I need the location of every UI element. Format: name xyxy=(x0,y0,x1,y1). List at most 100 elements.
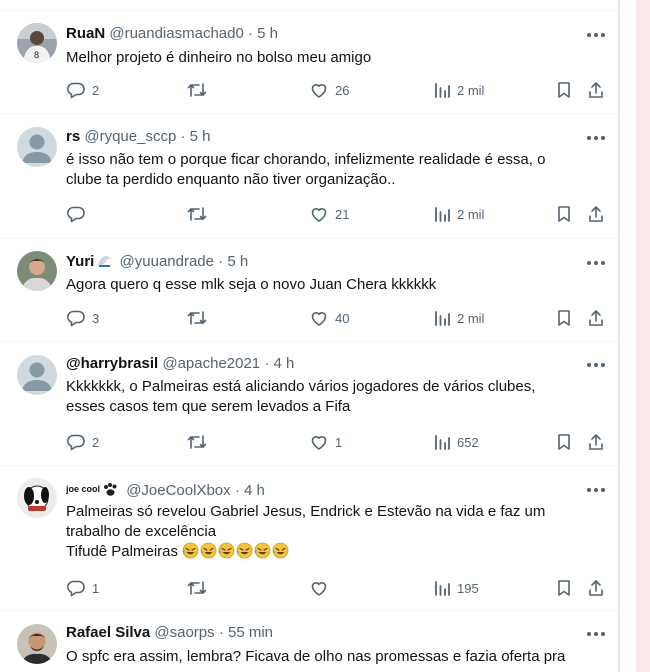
like-button[interactable] xyxy=(309,578,335,598)
bird-emoji-icon xyxy=(96,253,112,274)
repost-button[interactable] xyxy=(186,432,214,452)
tweet-header: RuaN @ruandiasmachad0 · 5 h xyxy=(66,24,278,44)
more-options-icon[interactable] xyxy=(587,32,605,38)
handle[interactable]: @JoeCoolXbox xyxy=(126,482,230,499)
handle[interactable]: @ruandiasmachad0 xyxy=(109,25,243,42)
like-button[interactable]: 26 xyxy=(309,80,349,100)
separator-dot: · xyxy=(264,355,270,372)
separator-dot: · xyxy=(218,624,224,641)
display-name[interactable]: rs xyxy=(66,128,80,145)
tweet-text-line: trabalho de excelência xyxy=(66,523,217,540)
bookmark-button[interactable] xyxy=(555,432,573,452)
views-button[interactable]: 195 xyxy=(433,578,479,598)
reply-button[interactable] xyxy=(66,204,92,224)
view-count: 2 mil xyxy=(457,206,485,222)
avatar[interactable] xyxy=(17,624,57,664)
repost-icon xyxy=(187,207,207,221)
repost-button[interactable] xyxy=(186,204,214,224)
tweet[interactable]: Rafael Silva @saorps · 55 min O spfc era… xyxy=(0,611,618,672)
timestamp[interactable]: 5 h xyxy=(257,25,278,42)
share-button[interactable] xyxy=(586,80,606,100)
handle[interactable]: @yuuandrade xyxy=(120,253,214,270)
reply-icon xyxy=(66,206,85,223)
tweet-text-line-with-emoji: Tifudê Palmeiras xyxy=(66,542,596,562)
avatar[interactable] xyxy=(17,355,57,395)
tweet-text: Melhor projeto é dinheiro no bolso meu a… xyxy=(66,48,596,68)
tweet-header: Rafael Silva @saorps · 55 min xyxy=(66,623,273,643)
more-options-icon[interactable] xyxy=(587,631,605,637)
tweet-header: Yuri @yuuandrade · 5 h xyxy=(66,252,248,274)
tweet[interactable]: @harrybrasil @apache2021 · 4 h Kkkkkkk, … xyxy=(0,342,618,466)
views-chart-icon xyxy=(435,207,450,222)
share-button[interactable] xyxy=(586,432,606,452)
display-name[interactable]: Yuri xyxy=(66,253,94,270)
tweet[interactable]: 8 RuaN @ruandiasmachad0 · 5 h Melhor pro… xyxy=(0,11,618,114)
tweet[interactable]: Yuri @yuuandrade · 5 h Agora quero q ess… xyxy=(0,239,618,342)
views-button[interactable]: 652 xyxy=(433,432,479,452)
share-button[interactable] xyxy=(586,578,606,598)
views-chart-icon xyxy=(435,83,450,98)
bookmark-button[interactable] xyxy=(555,578,573,598)
reply-icon xyxy=(66,310,85,327)
like-button[interactable]: 21 xyxy=(309,204,349,224)
share-icon xyxy=(589,206,603,222)
like-button[interactable]: 1 xyxy=(309,432,342,452)
timestamp[interactable]: 4 h xyxy=(244,482,265,499)
tweet-text-line: Palmeiras só revelou Gabriel Jesus, Endr… xyxy=(66,503,546,520)
avatar[interactable] xyxy=(17,478,57,518)
avatar[interactable]: 8 xyxy=(17,23,57,63)
timestamp[interactable]: 4 h xyxy=(274,355,295,372)
reply-icon xyxy=(66,580,85,597)
rolling-laughing-emoji-icon xyxy=(200,542,217,559)
display-name[interactable]: Rafael Silva xyxy=(66,624,150,641)
more-options-icon[interactable] xyxy=(587,135,605,141)
timestamp[interactable]: 5 h xyxy=(190,128,211,145)
like-button[interactable]: 40 xyxy=(309,308,349,328)
avatar[interactable] xyxy=(17,251,57,291)
paw-emoji-icon xyxy=(102,482,119,503)
views-button[interactable]: 2 mil xyxy=(433,308,484,328)
action-bar: 3 40 2 mil xyxy=(66,308,606,328)
views-button[interactable]: 2 mil xyxy=(433,204,484,224)
timestamp[interactable]: 5 h xyxy=(227,253,248,270)
tweet-text: Kkkkkkk, o Palmeiras está aliciando vári… xyxy=(66,377,596,417)
more-options-icon[interactable] xyxy=(587,487,605,493)
timestamp[interactable]: 55 min xyxy=(228,624,273,641)
bookmark-icon xyxy=(558,82,570,98)
repost-button[interactable] xyxy=(186,308,214,328)
bookmark-button[interactable] xyxy=(555,204,573,224)
bookmark-button[interactable] xyxy=(555,80,573,100)
reply-icon xyxy=(66,434,85,451)
more-options-icon[interactable] xyxy=(587,362,605,368)
share-button[interactable] xyxy=(586,204,606,224)
display-name[interactable]: joe cool xyxy=(66,484,100,494)
more-options-icon[interactable] xyxy=(587,260,605,266)
display-name[interactable]: RuaN xyxy=(66,25,105,42)
reply-count: 3 xyxy=(92,310,100,326)
reply-button[interactable]: 3 xyxy=(66,308,99,328)
heart-icon xyxy=(311,436,327,450)
repost-button[interactable] xyxy=(186,578,214,598)
view-count: 652 xyxy=(457,434,479,450)
like-count: 40 xyxy=(335,310,350,326)
tweet[interactable]: joe cool @JoeCoolXbox · 4 h Palmeiras só… xyxy=(0,466,618,611)
tweet-text-line: Agora quero q esse mlk seja o novo Juan … xyxy=(66,276,437,293)
bookmark-icon xyxy=(558,580,570,596)
handle[interactable]: @ryque_sccp xyxy=(84,128,176,145)
laughing-emoji-row xyxy=(182,542,290,560)
repost-button[interactable] xyxy=(186,80,214,100)
separator-dot: · xyxy=(218,253,224,270)
views-button[interactable]: 2 mil xyxy=(433,80,484,100)
avatar[interactable] xyxy=(17,127,57,167)
handle[interactable]: @saorps xyxy=(154,624,214,641)
handle[interactable]: @apache2021 xyxy=(162,355,260,372)
reply-button[interactable]: 2 xyxy=(66,432,99,452)
bookmark-button[interactable] xyxy=(555,308,573,328)
share-button[interactable] xyxy=(586,308,606,328)
reply-button[interactable]: 1 xyxy=(66,578,99,598)
view-count: 195 xyxy=(457,580,479,596)
tweet[interactable]: rs @ryque_sccp · 5 h é isso não tem o po… xyxy=(0,114,618,239)
reply-button[interactable]: 2 xyxy=(66,80,99,100)
display-name[interactable]: @harrybrasil xyxy=(66,355,158,372)
tweet-header: rs @ryque_sccp · 5 h xyxy=(66,127,211,147)
